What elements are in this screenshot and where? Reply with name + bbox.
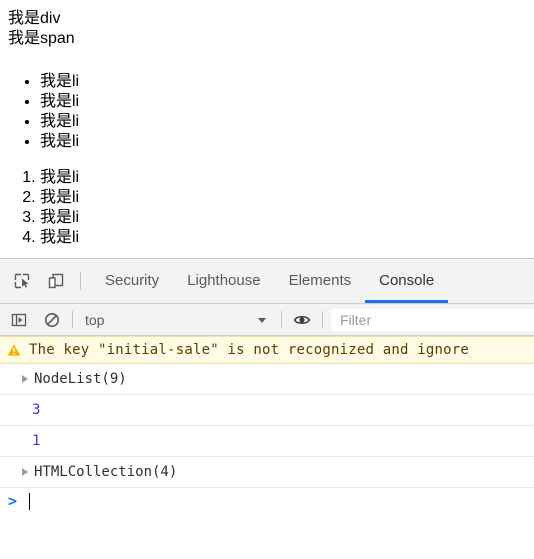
eye-glyph bbox=[293, 315, 311, 324]
tab-elements[interactable]: Elements bbox=[275, 259, 366, 303]
inspect-element-icon[interactable] bbox=[8, 267, 36, 295]
list-item: 我是li bbox=[40, 132, 79, 152]
tab-security[interactable]: Security bbox=[91, 259, 173, 303]
expand-triangle-icon[interactable] bbox=[22, 468, 28, 476]
console-sidebar-glyph bbox=[11, 313, 27, 326]
list-item: 我是li bbox=[40, 228, 79, 248]
prompt-chevron-icon: > bbox=[8, 491, 18, 510]
console-toolbar: top bbox=[0, 304, 534, 336]
console-context-value: top bbox=[85, 311, 105, 328]
page-ordered-list: 我是li 我是li 我是li 我是li bbox=[0, 168, 79, 248]
page-unordered-list: 我是li 我是li 我是li 我是li bbox=[0, 72, 79, 152]
device-toolbar-glyph bbox=[48, 273, 64, 289]
page-div-text: 我是div bbox=[8, 10, 61, 27]
console-result-text: NodeList(9) bbox=[34, 371, 127, 387]
chevron-down-icon bbox=[258, 317, 266, 323]
console-result-value: 1 bbox=[32, 433, 41, 449]
console-context-selector[interactable]: top bbox=[81, 308, 273, 332]
console-result-value: 3 bbox=[32, 402, 41, 418]
tab-console[interactable]: Console bbox=[365, 259, 449, 303]
rendered-page-area: 我是div 我是span 我是li 我是li 我是li 我是li 我是li 我是… bbox=[0, 0, 534, 258]
console-result-number-1[interactable]: 1 bbox=[0, 426, 534, 457]
toolbar-divider bbox=[322, 311, 323, 328]
toolbar-divider bbox=[72, 311, 73, 328]
console-warning-message[interactable]: The key "initial-sale" is not recognized… bbox=[0, 336, 534, 364]
list-item: 我是li bbox=[40, 168, 79, 188]
list-item: 我是li bbox=[40, 112, 79, 132]
console-result-number-3[interactable]: 3 bbox=[0, 395, 534, 426]
console-result-text: HTMLCollection(4) bbox=[34, 464, 178, 480]
device-toolbar-icon[interactable] bbox=[42, 267, 70, 295]
clear-console-glyph bbox=[45, 312, 59, 327]
console-filter-input[interactable] bbox=[331, 308, 534, 331]
tabbar-divider bbox=[80, 272, 81, 290]
tab-lighthouse[interactable]: Lighthouse bbox=[173, 259, 274, 303]
list-item: 我是li bbox=[40, 188, 79, 208]
live-expression-eye-icon[interactable] bbox=[290, 308, 314, 332]
clear-console-icon[interactable] bbox=[40, 308, 64, 332]
devtools-panel: Security Lighthouse Elements Console top bbox=[0, 258, 534, 559]
expand-triangle-icon[interactable] bbox=[22, 375, 28, 383]
console-sidebar-icon[interactable] bbox=[7, 308, 31, 332]
list-item: 我是li bbox=[40, 72, 79, 92]
console-message-list[interactable]: The key "initial-sale" is not recognized… bbox=[0, 336, 534, 559]
page-span-text: 我是span bbox=[8, 30, 75, 47]
toolbar-divider bbox=[281, 311, 282, 328]
list-item: 我是li bbox=[40, 208, 79, 228]
devtools-tabbar: Security Lighthouse Elements Console bbox=[0, 259, 534, 304]
console-prompt-row[interactable]: > bbox=[0, 488, 534, 514]
warning-triangle-icon bbox=[7, 344, 21, 356]
console-warning-text: The key "initial-sale" is not recognized… bbox=[29, 342, 470, 358]
inspect-element-glyph bbox=[14, 273, 30, 289]
console-result-nodelist[interactable]: NodeList(9) bbox=[0, 364, 534, 395]
prompt-text-caret[interactable] bbox=[29, 492, 31, 510]
console-result-htmlcollection[interactable]: HTMLCollection(4) bbox=[0, 457, 534, 488]
list-item: 我是li bbox=[40, 92, 79, 112]
